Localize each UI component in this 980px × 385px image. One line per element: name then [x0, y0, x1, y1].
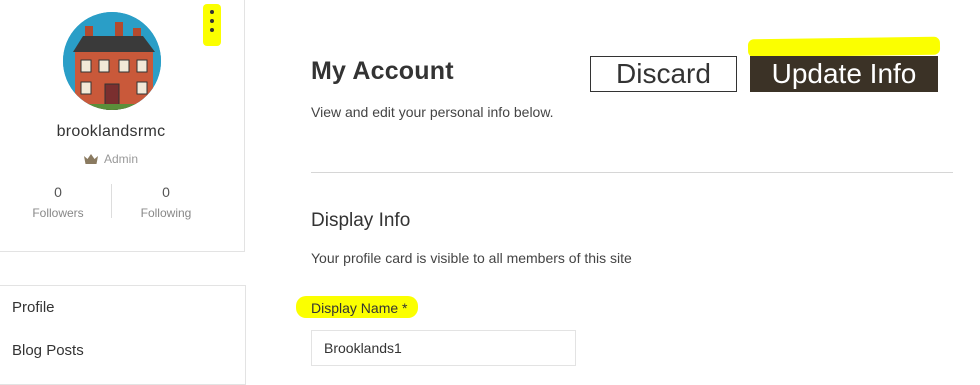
update-highlight	[747, 36, 941, 58]
kebab-dot	[210, 10, 214, 14]
section-title: Display Info	[311, 210, 411, 231]
profile-username: brooklandsrmc	[56, 123, 166, 140]
page-subtitle: View and edit your personal info below.	[311, 104, 554, 120]
update-info-button[interactable]: Update Info	[750, 56, 938, 92]
nav-item-blog-posts[interactable]: Blog Posts	[12, 342, 84, 359]
following-count[interactable]: 0	[121, 184, 211, 200]
role-label: Admin	[103, 152, 138, 166]
kebab-dot	[210, 28, 214, 32]
page-title: My Account	[311, 57, 454, 85]
section-description: Your profile card is visible to all memb…	[311, 250, 632, 266]
following-label[interactable]: Following	[121, 206, 211, 220]
kebab-dot	[210, 19, 214, 23]
crown-icon	[83, 154, 98, 164]
section-divider	[311, 172, 953, 173]
discard-button[interactable]: Discard	[590, 56, 737, 92]
stat-divider	[111, 184, 112, 218]
display-name-input[interactable]	[311, 330, 576, 366]
followers-label[interactable]: Followers	[13, 206, 103, 220]
house-illustration-icon	[63, 12, 161, 110]
display-name-label: Display Name *	[311, 300, 408, 316]
more-options-icon[interactable]	[203, 10, 221, 32]
followers-count[interactable]: 0	[13, 184, 103, 200]
role-badge: Admin	[0, 152, 222, 166]
avatar[interactable]	[63, 12, 161, 110]
nav-item-profile[interactable]: Profile	[12, 299, 55, 316]
